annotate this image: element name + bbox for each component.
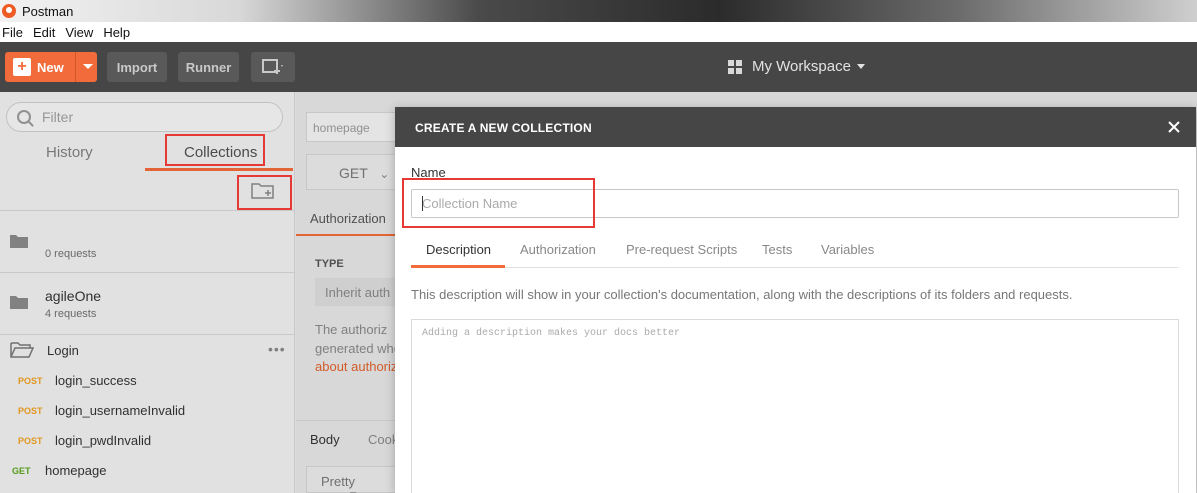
create-collection-modal: CREATE A NEW COLLECTION Name Description… [395,107,1196,493]
window-titlebar: Postman [0,0,1197,22]
workspace-switcher[interactable]: My Workspace [728,58,865,75]
close-icon[interactable] [1166,119,1182,135]
menu-file[interactable]: File [2,25,23,40]
postman-logo-icon [2,4,16,18]
tab-tests[interactable]: Tests [762,242,792,257]
window-title: Postman [22,3,74,19]
menu-edit[interactable]: Edit [33,25,55,40]
new-dropdown-caret-icon[interactable] [83,64,93,69]
tab-authorization[interactable]: Authorization [520,242,596,257]
menu-bar: File Edit View Help [0,22,1197,42]
new-window-icon [262,59,283,74]
active-tab-indicator [411,265,505,268]
modal-header: CREATE A NEW COLLECTION [395,107,1196,147]
import-button[interactable]: Import [107,52,167,82]
name-label: Name [411,165,446,180]
description-textarea[interactable] [411,319,1179,493]
plus-icon: + [13,58,31,76]
chevron-down-icon [856,64,865,69]
menu-help[interactable]: Help [103,25,130,40]
tab-description[interactable]: Description [426,242,491,257]
new-button-label: New [37,59,64,75]
tab-pre-request-scripts[interactable]: Pre-request Scripts [626,242,737,257]
workspace-label: My Workspace [752,58,851,75]
text-cursor [422,196,423,211]
collection-name-input[interactable] [411,189,1179,218]
new-button[interactable]: + New [5,52,97,82]
description-info-text: This description will show in your colle… [411,287,1073,302]
new-tab-options-button[interactable] [251,52,295,82]
top-toolbar: + New Import Runner My Workspace [0,42,1197,92]
menu-view[interactable]: View [65,25,93,40]
modal-title: CREATE A NEW COLLECTION [415,121,592,135]
tab-variables[interactable]: Variables [821,242,874,257]
collection-tabs: Description Authorization Pre-request Sc… [411,230,1179,268]
workspace-grid-icon [728,59,742,74]
runner-button[interactable]: Runner [178,52,239,82]
